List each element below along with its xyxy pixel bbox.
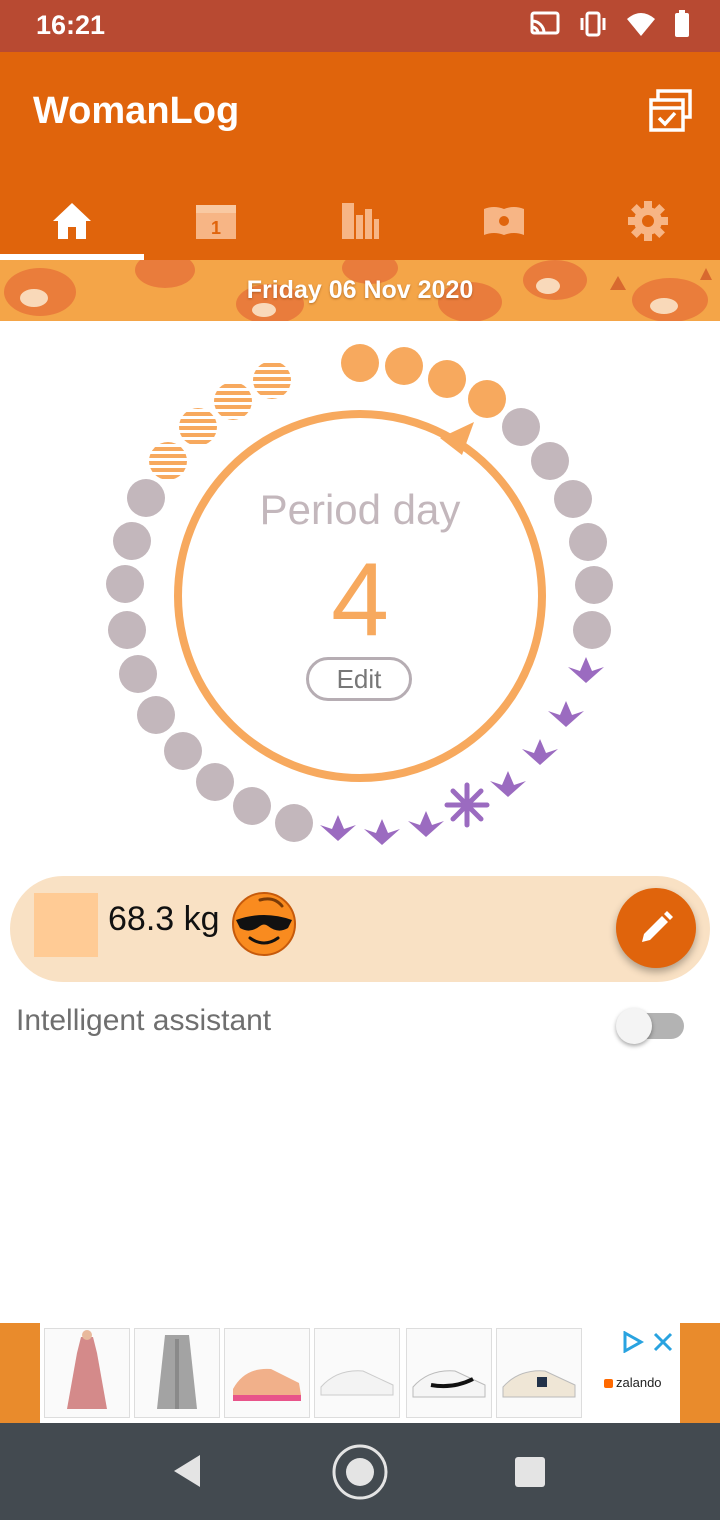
home-icon — [53, 203, 91, 239]
assistant-label: Intelligent assistant — [16, 1004, 272, 1037]
tasks-button[interactable] — [648, 88, 694, 134]
wifi-icon — [626, 11, 656, 42]
ad-banner[interactable]: zalando — [0, 1323, 720, 1423]
ad-product-dress[interactable] — [44, 1328, 130, 1418]
pencil-icon — [642, 911, 673, 942]
date-banner[interactable]: Friday 06 Nov 2020 — [0, 260, 720, 321]
edit-button[interactable]: Edit — [306, 657, 412, 701]
upcoming-period-days — [149, 361, 291, 480]
tab-home[interactable] — [0, 182, 144, 260]
ad-product-sneaker-ralph[interactable] — [496, 1328, 582, 1418]
ad-product-sneaker-white[interactable] — [314, 1328, 400, 1418]
assistant-toggle[interactable] — [616, 1008, 684, 1046]
sunglasses-emoji-icon — [230, 890, 298, 958]
home-button[interactable] — [331, 1443, 389, 1506]
status-time: 16:21 — [36, 10, 106, 40]
vibrate-icon — [578, 11, 608, 42]
system-nav-bar — [0, 1423, 720, 1520]
ad-content: zalando — [40, 1323, 680, 1423]
toggle-thumb — [616, 1008, 652, 1044]
tasks-icon — [649, 89, 692, 132]
app-title: WomanLog — [33, 90, 240, 132]
chart-icon — [342, 203, 379, 239]
status-bar: 16:21 — [0, 0, 720, 52]
back-button[interactable] — [170, 1453, 204, 1494]
tab-settings[interactable] — [576, 182, 720, 260]
ovulation-day — [444, 782, 490, 828]
weight-value: 68.3 kg — [108, 900, 220, 938]
ad-choices-icon[interactable] — [622, 1330, 645, 1358]
tab-info[interactable] — [432, 182, 576, 260]
app-bar: WomanLog 1 — [0, 52, 720, 260]
recents-icon — [515, 1457, 545, 1487]
zalando-logo-icon — [604, 1379, 613, 1388]
status-icons — [530, 10, 690, 43]
calendar-icon: 1 — [196, 205, 236, 239]
home-circle-icon — [332, 1444, 388, 1500]
gear-icon — [628, 201, 668, 241]
cast-icon — [530, 11, 560, 42]
period-day-number: 4 — [331, 542, 389, 658]
battery-icon — [674, 10, 690, 43]
weight-color-swatch — [34, 893, 98, 957]
current-date: Friday 06 Nov 2020 — [246, 276, 474, 304]
period-label: Period day — [259, 486, 461, 533]
ad-brand: zalando — [616, 1375, 662, 1390]
ad-product-sneaker-pink[interactable] — [224, 1328, 310, 1418]
ad-product-coat[interactable] — [134, 1328, 220, 1418]
recents-button[interactable] — [514, 1456, 546, 1493]
weight-card[interactable]: 68.3 kg — [10, 876, 710, 982]
tab-statistics[interactable] — [288, 182, 432, 260]
tab-calendar[interactable]: 1 — [144, 182, 288, 260]
ad-product-sneaker-nike[interactable] — [406, 1328, 492, 1418]
edit-notes-button[interactable] — [616, 888, 696, 968]
book-icon — [484, 207, 524, 235]
back-icon — [174, 1455, 200, 1487]
calendar-icon-day: 1 — [211, 218, 221, 238]
tab-bar: 1 — [0, 182, 720, 260]
period-days — [341, 344, 506, 418]
ad-close-icon[interactable] — [652, 1331, 674, 1358]
